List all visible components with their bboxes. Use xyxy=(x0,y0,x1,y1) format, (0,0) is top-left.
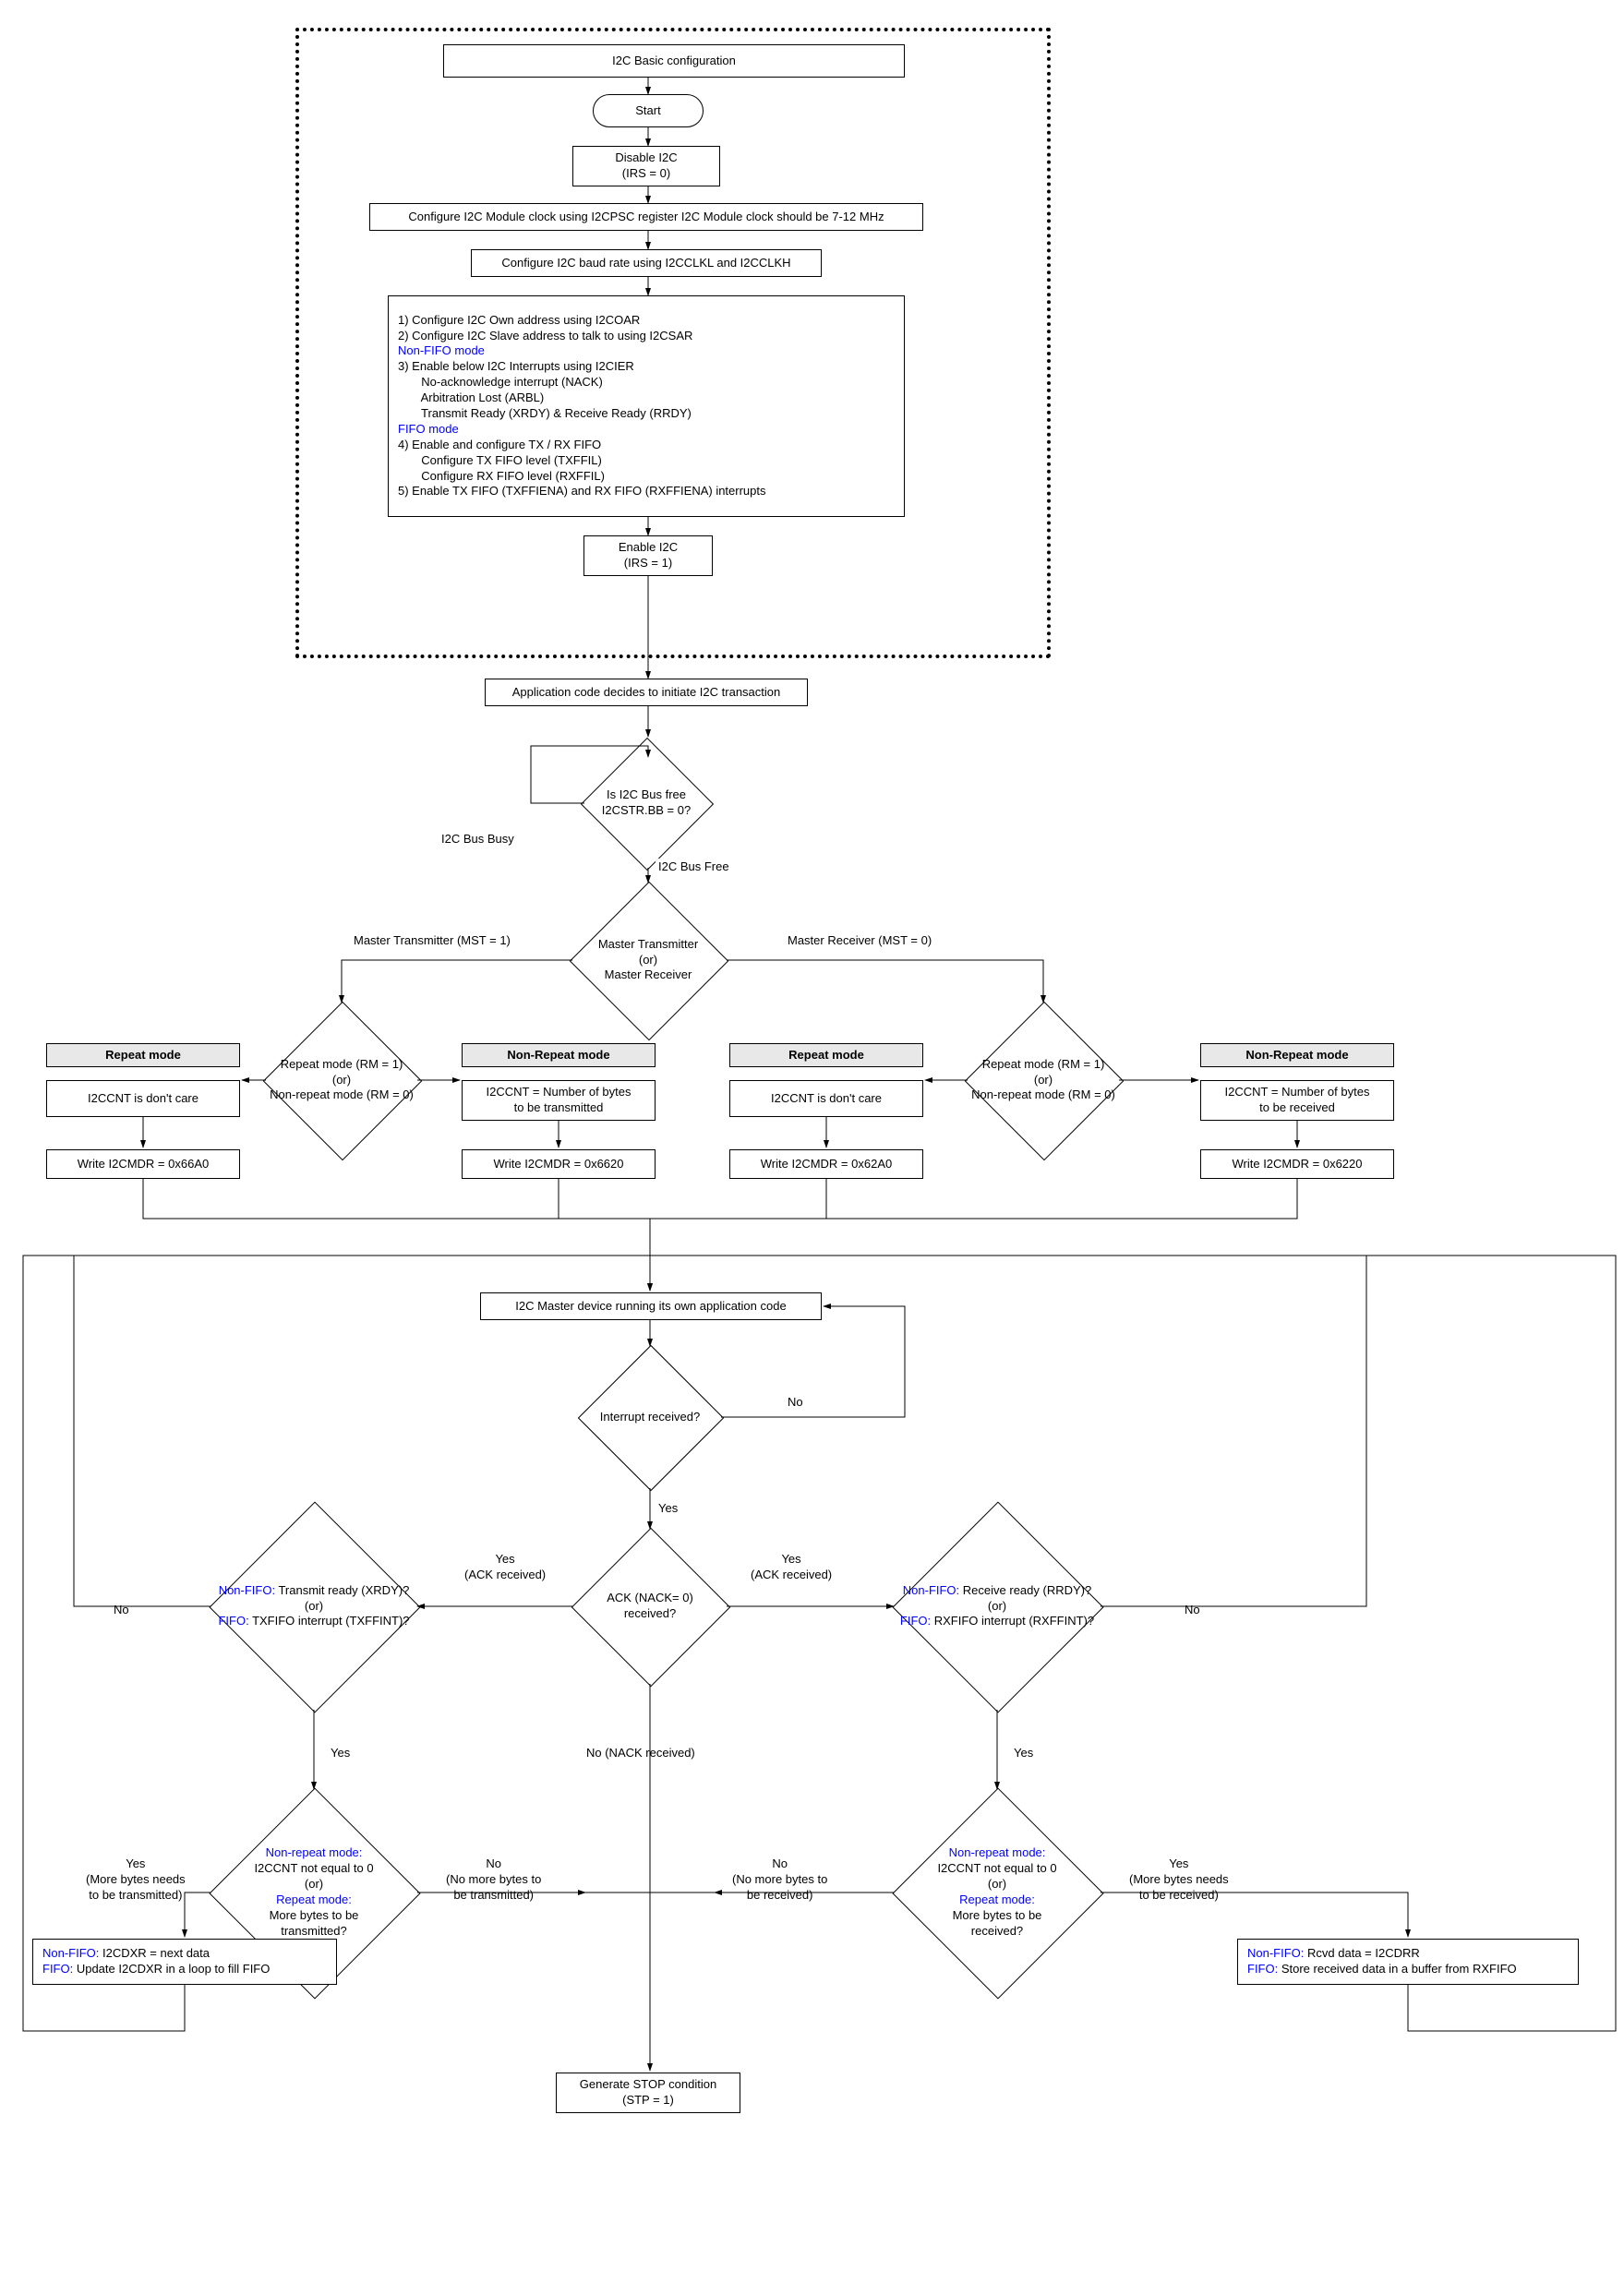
lbl-xrdy-yes: Yes xyxy=(328,1745,353,1762)
tx-nonrepeat-hdr: Non-Repeat mode xyxy=(462,1043,656,1067)
flowchart-canvas: I2C Basic configuration Start Disable I2… xyxy=(18,18,1624,2277)
rm-tx-diamond xyxy=(263,1002,423,1161)
rx-nonrepeat-hdr-text: Non-Repeat mode xyxy=(1245,1048,1348,1063)
stop-text: Generate STOP condition (STP = 1) xyxy=(580,2077,716,2109)
rm-rx-diamond xyxy=(965,1002,1125,1161)
tx-nonrepeat-cnt-text: I2CCNT = Number of bytes to be transmitt… xyxy=(487,1085,632,1116)
rx-action-nf: Non-FIFO: xyxy=(1247,1946,1304,1960)
cfg-l3c: Transmit Ready (XRDY) & Receive Ready (R… xyxy=(398,406,692,422)
xrdy-diamond xyxy=(209,1501,420,1712)
config-baud-text: Configure I2C baud rate using I2CCLKL an… xyxy=(501,256,790,271)
rx-nonrepeat-hdr: Non-Repeat mode xyxy=(1200,1043,1394,1067)
tx-repeat-hdr-text: Repeat mode xyxy=(105,1048,181,1063)
enable-i2c-box: Enable I2C (IRS = 1) xyxy=(583,535,713,576)
rx-nonrepeat-cnt-text: I2CCNT = Number of bytes to be received xyxy=(1225,1085,1370,1116)
mdr-6620: Write I2CMDR = 0x6620 xyxy=(462,1149,656,1179)
lbl-rrdy-yes: Yes xyxy=(1011,1745,1036,1762)
master-running-text: I2C Master device running its own applic… xyxy=(515,1299,786,1315)
lbl-ack-no: No (NACK received) xyxy=(583,1745,698,1762)
start-terminator: Start xyxy=(593,94,704,127)
lbl-irq-yes: Yes xyxy=(656,1500,680,1518)
mdr-6220: Write I2CMDR = 0x6220 xyxy=(1200,1149,1394,1179)
rx-repeat-hdr: Repeat mode xyxy=(729,1043,923,1067)
rrdy-diamond xyxy=(892,1501,1103,1712)
cfg-l4a: Configure TX FIFO level (TXFFIL) xyxy=(398,453,602,469)
tx-action-nf: Non-FIFO: xyxy=(42,1946,99,1960)
more-rx-diamond xyxy=(892,1787,1103,1999)
mdr-62a0-text: Write I2CMDR = 0x62A0 xyxy=(761,1157,892,1172)
mdr-62a0: Write I2CMDR = 0x62A0 xyxy=(729,1149,923,1179)
rx-action-box: Non-FIFO: Rcvd data = I2CDRR FIFO: Store… xyxy=(1237,1939,1579,1985)
lbl-mst-tx: Master Transmitter (MST = 1) xyxy=(351,932,513,950)
disable-i2c-text: Disable I2C (IRS = 0) xyxy=(615,150,677,182)
master-running-box: I2C Master device running its own applic… xyxy=(480,1292,822,1320)
disable-i2c-box: Disable I2C (IRS = 0) xyxy=(572,146,720,186)
cfg-l2: 2) Configure I2C Slave address to talk t… xyxy=(398,329,692,344)
mst-diamond xyxy=(570,882,729,1041)
title-text: I2C Basic configuration xyxy=(612,54,736,69)
rx-repeat-cnt: I2CCNT is don't care xyxy=(729,1080,923,1117)
lbl-morerx-no: No (No more bytes to be received) xyxy=(729,1856,830,1904)
enable-i2c-text: Enable I2C (IRS = 1) xyxy=(619,540,678,571)
cfg-nonfifo-hdr: Non-FIFO mode xyxy=(398,343,485,359)
tx-action-box: Non-FIFO: I2CDXR = next data FIFO: Updat… xyxy=(32,1939,337,1985)
mdr-66a0-text: Write I2CMDR = 0x66A0 xyxy=(78,1157,209,1172)
rx-action-ff2: Store received data in a buffer from RXF… xyxy=(1278,1962,1516,1976)
lbl-moretx-no: No (No more bytes to be transmitted) xyxy=(443,1856,544,1904)
lbl-xrdy-no: No xyxy=(111,1602,132,1619)
config-clock-box: Configure I2C Module clock using I2CPSC … xyxy=(369,203,923,231)
mdr-6620-text: Write I2CMDR = 0x6620 xyxy=(493,1157,623,1172)
mdr-6220-text: Write I2CMDR = 0x6220 xyxy=(1232,1157,1362,1172)
tx-action-ff: FIFO: xyxy=(42,1962,73,1976)
tx-repeat-cnt: I2CCNT is don't care xyxy=(46,1080,240,1117)
cfg-l4: 4) Enable and configure TX / RX FIFO xyxy=(398,438,601,453)
rx-repeat-hdr-text: Repeat mode xyxy=(788,1048,864,1063)
lbl-irq-no: No xyxy=(785,1394,806,1412)
rx-action-nf2: Rcvd data = I2CDRR xyxy=(1304,1946,1419,1960)
lbl-bus-free: I2C Bus Free xyxy=(656,859,732,876)
busfree-diamond xyxy=(581,738,714,871)
cfg-l1: 1) Configure I2C Own address using I2COA… xyxy=(398,313,640,329)
config-detail-box: 1) Configure I2C Own address using I2COA… xyxy=(388,295,905,517)
lbl-rrdy-no: No xyxy=(1182,1602,1203,1619)
tx-nonrepeat-cnt: I2CCNT = Number of bytes to be transmitt… xyxy=(462,1080,656,1121)
ack-diamond xyxy=(571,1528,731,1688)
cfg-l5: 5) Enable TX FIFO (TXFFIENA) and RX FIFO… xyxy=(398,484,766,499)
irq-diamond xyxy=(578,1345,724,1491)
lbl-moretx-yes: Yes (More bytes needs to be transmitted) xyxy=(83,1856,188,1904)
tx-action-nf2: I2CDXR = next data xyxy=(99,1946,210,1960)
title-box: I2C Basic configuration xyxy=(443,44,905,78)
cfg-l4b: Configure RX FIFO level (RXFFIL) xyxy=(398,469,605,485)
lbl-mst-rx: Master Receiver (MST = 0) xyxy=(785,932,934,950)
lbl-morerx-yes: Yes (More bytes needs to be received) xyxy=(1126,1856,1232,1904)
lbl-ack-yes-l: Yes (ACK received) xyxy=(462,1551,548,1584)
cfg-l3a: No-acknowledge interrupt (NACK) xyxy=(398,375,603,391)
rx-nonrepeat-cnt: I2CCNT = Number of bytes to be received xyxy=(1200,1080,1394,1121)
tx-repeat-hdr: Repeat mode xyxy=(46,1043,240,1067)
cfg-l3b: Arbitration Lost (ARBL) xyxy=(398,391,544,406)
config-baud-box: Configure I2C baud rate using I2CCLKL an… xyxy=(471,249,822,277)
lbl-bus-busy: I2C Bus Busy xyxy=(439,831,517,848)
tx-repeat-cnt-text: I2CCNT is don't care xyxy=(88,1091,198,1107)
tx-action-ff2: Update I2CDXR in a loop to fill FIFO xyxy=(73,1962,270,1976)
mdr-66a0: Write I2CMDR = 0x66A0 xyxy=(46,1149,240,1179)
tx-nonrepeat-hdr-text: Non-Repeat mode xyxy=(507,1048,609,1063)
cfg-fifo-hdr: FIFO mode xyxy=(398,422,459,438)
config-clock-text: Configure I2C Module clock using I2CPSC … xyxy=(408,210,884,225)
app-decides-text: Application code decides to initiate I2C… xyxy=(512,685,781,701)
start-text: Start xyxy=(635,103,660,119)
app-decides-box: Application code decides to initiate I2C… xyxy=(485,679,808,706)
rx-repeat-cnt-text: I2CCNT is don't care xyxy=(771,1091,882,1107)
cfg-l3: 3) Enable below I2C Interrupts using I2C… xyxy=(398,359,634,375)
lbl-ack-yes-r: Yes (ACK received) xyxy=(748,1551,835,1584)
stop-box: Generate STOP condition (STP = 1) xyxy=(556,2073,740,2113)
rx-action-ff: FIFO: xyxy=(1247,1962,1278,1976)
